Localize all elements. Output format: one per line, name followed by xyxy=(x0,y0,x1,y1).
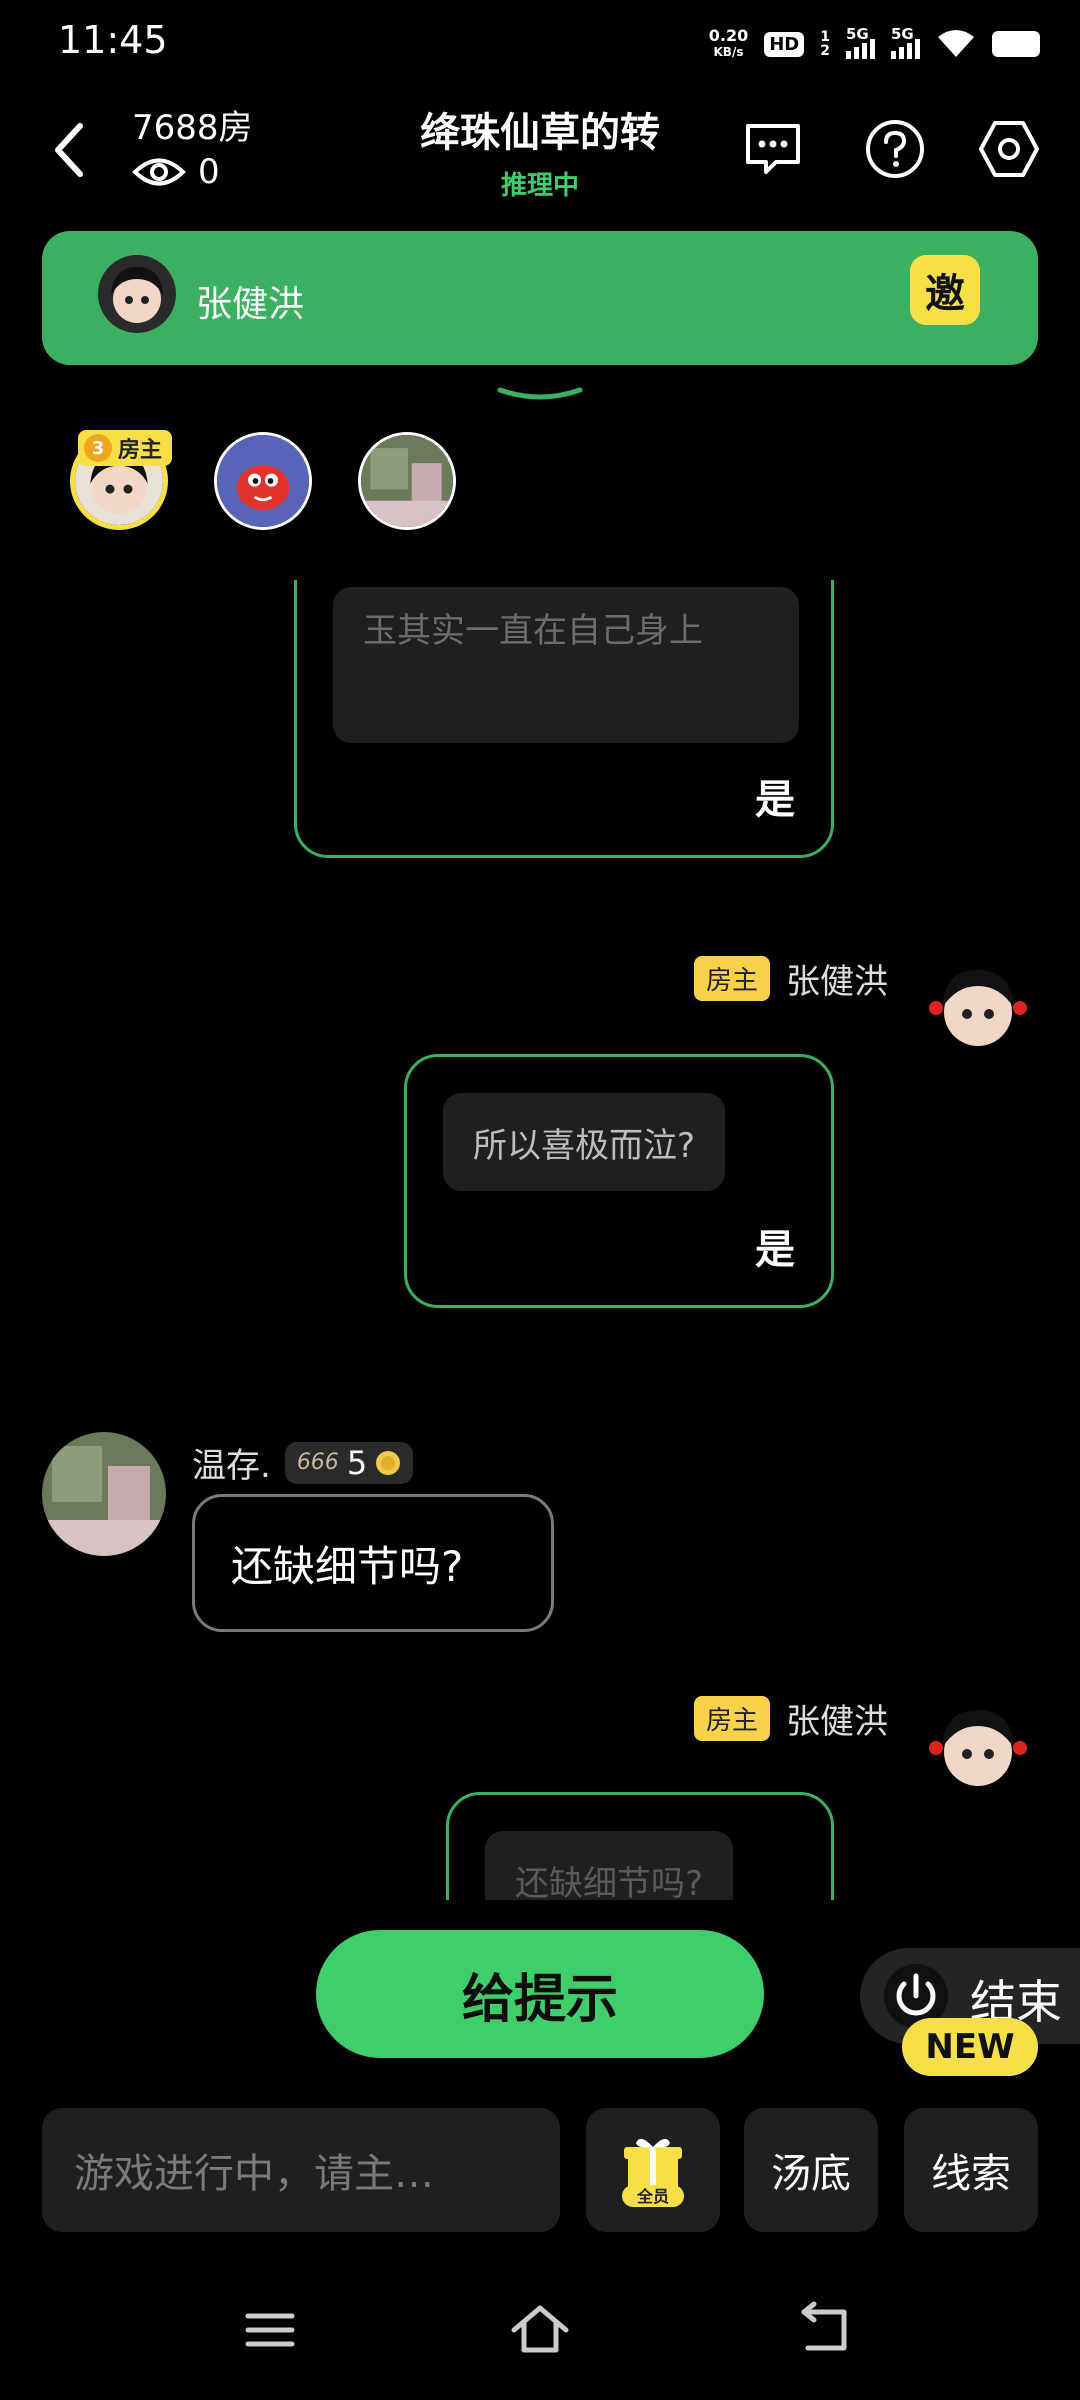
chat-bubble: 还缺细节吗? xyxy=(192,1494,554,1632)
question-text: 还缺细节吗? xyxy=(485,1831,734,1900)
chat-area[interactable]: 玉其实一直在自己身上 是 房主 张健洪 所以喜极而泣? 是 温存. 666 5 … xyxy=(0,580,1080,1900)
sim1-label: 5G xyxy=(846,25,869,43)
clue-button[interactable]: 线索 xyxy=(904,2108,1038,2232)
invite-button[interactable]: 邀 xyxy=(910,255,980,325)
host-name: 张健洪 xyxy=(196,284,305,325)
network-speed: 0.20 KB/s xyxy=(709,28,748,60)
sim2-label: 5G xyxy=(891,25,914,43)
question-text: 所以喜极而泣? xyxy=(443,1093,726,1191)
back-icon[interactable] xyxy=(50,120,90,180)
menu-icon[interactable] xyxy=(240,2300,300,2360)
gift-button[interactable]: 全员 xyxy=(586,2108,720,2232)
answer-text: 是 xyxy=(755,777,795,823)
hd-icon: HD xyxy=(764,31,805,57)
owner-badge: 3 房主 xyxy=(78,430,173,466)
avatar[interactable] xyxy=(922,1690,1034,1802)
message-input[interactable]: 游戏进行中，请主… xyxy=(42,2108,560,2232)
question-text: 玉其实一直在自己身上 xyxy=(333,587,799,743)
owner-level: 3 xyxy=(84,434,112,462)
help-icon[interactable] xyxy=(864,118,926,180)
sim-indicator: 1 2 xyxy=(820,30,830,58)
level-value: 5 xyxy=(346,1443,368,1482)
net-speed-value: 0.20 xyxy=(708,26,749,45)
player-avatar-photo[interactable] xyxy=(358,432,456,530)
back-nav-icon[interactable] xyxy=(796,2300,856,2360)
message-header: 房主 张健洪 xyxy=(693,954,888,1003)
wifi-icon xyxy=(938,30,974,57)
avatar[interactable] xyxy=(42,1432,166,1556)
player-avatar-snake[interactable] xyxy=(214,432,312,530)
question-card: 还缺细节吗? xyxy=(446,1792,834,1900)
sender-name: 张健洪 xyxy=(786,962,888,1002)
owner-badge-label: 房主 xyxy=(118,438,163,463)
level-badge-label: 666 xyxy=(296,1450,339,1475)
status-icons: 0.20 KB/s HD 1 2 5G 5G xyxy=(709,20,1040,68)
gift-icon: 全员 xyxy=(622,2138,684,2207)
gift-tag: 全员 xyxy=(636,2187,669,2206)
level-badge: 666 5 xyxy=(284,1441,414,1484)
owner-tag: 房主 xyxy=(693,1696,770,1741)
avatar xyxy=(98,255,176,333)
sender-name: 张健洪 xyxy=(786,1702,888,1742)
home-icon[interactable] xyxy=(510,2300,570,2360)
sim-sup-2: 2 xyxy=(820,43,830,59)
soup-button[interactable]: 汤底 xyxy=(744,2108,878,2232)
viewer-count-value: 0 xyxy=(198,152,220,192)
viewer-count: 0 xyxy=(132,152,220,192)
net-speed-unit: KB/s xyxy=(713,45,744,59)
avatar[interactable] xyxy=(922,950,1034,1062)
chevron-down-icon[interactable] xyxy=(495,386,585,406)
battery-icon xyxy=(992,31,1040,57)
new-badge: NEW xyxy=(902,2018,1038,2076)
host-bar: 张健洪 邀 xyxy=(42,231,1038,365)
chat-icon[interactable] xyxy=(742,118,804,180)
question-card: 所以喜极而泣? 是 xyxy=(404,1054,834,1308)
signal-icon-2: 5G xyxy=(891,25,920,59)
status-time: 11:45 xyxy=(58,18,168,62)
signal-icon: 5G xyxy=(846,25,875,59)
page-title: 绛珠仙草的转 xyxy=(420,110,660,156)
question-card: 玉其实一直在自己身上 是 xyxy=(294,580,834,858)
coin-icon xyxy=(376,1450,401,1475)
room-number: 7688房 xyxy=(132,108,253,148)
sender-name: 温存. xyxy=(192,1446,271,1486)
game-status: 推理中 xyxy=(500,171,579,201)
answer-text: 是 xyxy=(755,1227,795,1273)
hint-button[interactable]: 给提示 xyxy=(316,1930,764,2058)
owner-tag: 房主 xyxy=(693,956,770,1001)
message-header: 温存. 666 5 xyxy=(192,1438,414,1487)
eye-icon xyxy=(132,158,186,186)
sim-sup-1: 1 xyxy=(820,29,830,45)
message-header: 房主 张健洪 xyxy=(693,1694,888,1743)
settings-icon[interactable] xyxy=(978,118,1040,180)
